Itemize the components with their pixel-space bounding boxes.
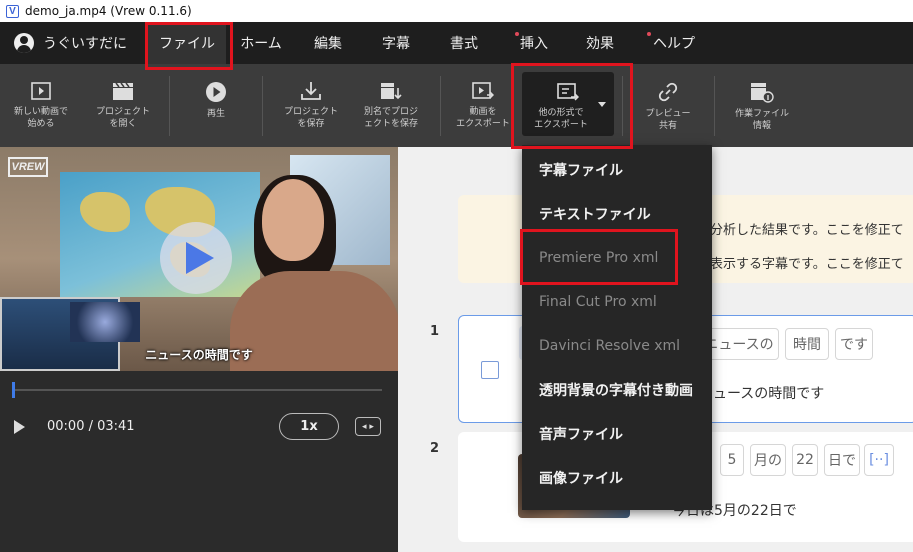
save-project-label: プロジェクト を保存 bbox=[283, 107, 338, 129]
clip-subtitle-text[interactable]: ニュースの時間です bbox=[699, 383, 824, 403]
open-project-label: プロジェクト を開く bbox=[95, 107, 150, 129]
user-account[interactable]: うぐいすだに bbox=[14, 22, 127, 64]
toolbar: 新しい動画で 始める プロジェクト を開く 再生 プロジェクト を保存 別名でプ… bbox=[0, 64, 913, 147]
toolbar-divider bbox=[169, 76, 170, 136]
word-chip[interactable]: 5 bbox=[720, 444, 744, 476]
play-icon[interactable] bbox=[14, 420, 25, 434]
menu-help[interactable]: ヘルプ bbox=[642, 22, 706, 64]
menu-item-subtitle-file[interactable]: 字幕ファイル bbox=[522, 148, 712, 192]
seek-bar[interactable] bbox=[14, 389, 382, 391]
menubar: うぐいすだに ファイル ホーム 編集 字幕 書式 挿入 効果 ヘルプ bbox=[0, 22, 913, 64]
monitor bbox=[70, 302, 140, 342]
video-player-panel: VREW ニュースの時間です 00:00 / 03:41 1x ◂ ▸ bbox=[0, 147, 398, 552]
menu-item-transparent-video[interactable]: 透明背景の字幕付き動画 bbox=[522, 368, 712, 412]
word-chip[interactable]: 月の bbox=[750, 444, 786, 476]
clapperboard-download-icon bbox=[381, 83, 402, 100]
project-info-label: 作業ファイル 情報 bbox=[734, 109, 789, 131]
project-info-button[interactable]: 作業ファイル 情報 bbox=[728, 64, 796, 147]
presenter bbox=[220, 175, 398, 371]
notice-line-2: 表示する字幕です。ここを修正て bbox=[710, 257, 904, 272]
menu-item-text-file[interactable]: テキストファイル bbox=[522, 192, 712, 236]
export-subtitle-icon bbox=[557, 83, 579, 101]
preview-share-label: プレビュー 共有 bbox=[645, 109, 691, 131]
vrew-logo: VREW bbox=[8, 157, 48, 177]
toolbar-divider bbox=[440, 76, 441, 136]
new-video-label: 新しい動画で 始める bbox=[13, 107, 68, 129]
menu-effects[interactable]: 効果 bbox=[574, 22, 626, 64]
video-subtitle: ニュースの時間です bbox=[145, 348, 253, 362]
play-overlay-button[interactable] bbox=[160, 222, 232, 294]
new-video-icon bbox=[31, 82, 51, 100]
play-button[interactable]: 再生 bbox=[188, 64, 244, 147]
toolbar-divider bbox=[622, 76, 623, 136]
menu-home-label: ホーム bbox=[240, 36, 282, 52]
preview-share-button[interactable]: プレビュー 共有 bbox=[638, 64, 698, 147]
word-chip[interactable]: 日で bbox=[824, 444, 860, 476]
clip-number: 2 bbox=[430, 441, 440, 456]
menu-insert-dot bbox=[515, 32, 519, 36]
menu-item-image-file[interactable]: 画像ファイル bbox=[522, 456, 712, 500]
export-other-format-button[interactable]: 他の形式で エクスポート bbox=[522, 72, 614, 136]
seek-handle[interactable] bbox=[12, 382, 15, 398]
word-chip[interactable]: です bbox=[835, 328, 873, 360]
chevron-down-icon bbox=[598, 102, 606, 107]
menu-format[interactable]: 書式 bbox=[438, 22, 490, 64]
menu-insert[interactable]: 挿入 bbox=[508, 22, 560, 64]
clip-number: 1 bbox=[430, 324, 440, 339]
save-as-button[interactable]: 別名でプロジ ェクトを保存 bbox=[356, 64, 426, 147]
clip-checkbox[interactable] bbox=[481, 361, 499, 379]
open-project-button[interactable]: プロジェクト を開く bbox=[88, 64, 158, 147]
word-chip-more[interactable]: [··] bbox=[864, 444, 894, 476]
export-video-icon bbox=[472, 82, 494, 99]
save-as-label: 別名でプロジ ェクトを保存 bbox=[363, 107, 418, 129]
time-display: 00:00 / 03:41 bbox=[47, 419, 135, 434]
menu-file[interactable]: ファイル bbox=[148, 22, 226, 64]
menu-item-davinci-xml[interactable]: Davinci Resolve xml bbox=[522, 324, 712, 368]
fit-screen-icon[interactable]: ◂ ▸ bbox=[355, 417, 381, 436]
word-chip[interactable]: 時間 bbox=[785, 328, 829, 360]
menu-help-dot bbox=[647, 32, 651, 36]
menu-effects-label: 効果 bbox=[586, 36, 614, 52]
toolbar-divider bbox=[262, 76, 263, 136]
notice-line-1: 分析した結果です。ここを修正て bbox=[710, 223, 904, 238]
word-chip[interactable]: 22 bbox=[792, 444, 818, 476]
menu-item-audio-file[interactable]: 音声ファイル bbox=[522, 412, 712, 456]
menu-item-premiere-xml[interactable]: Premiere Pro xml bbox=[522, 236, 712, 280]
menu-edit-label: 編集 bbox=[314, 36, 342, 52]
vrew-app-icon: V bbox=[6, 4, 19, 18]
menu-help-label: ヘルプ bbox=[653, 36, 695, 52]
new-video-button[interactable]: 新しい動画で 始める bbox=[8, 64, 74, 147]
menu-insert-label: 挿入 bbox=[520, 36, 548, 52]
window-title: demo_ja.mp4 (Vrew 0.11.6) bbox=[25, 4, 192, 18]
menu-subtitle-label: 字幕 bbox=[382, 36, 410, 52]
play-circle-icon bbox=[206, 82, 226, 102]
clapperboard-icon bbox=[113, 82, 133, 100]
save-project-button[interactable]: プロジェクト を保存 bbox=[278, 64, 344, 147]
menu-format-label: 書式 bbox=[450, 36, 478, 52]
export-video-label: 動画を エクスポート bbox=[456, 107, 510, 129]
play-label: 再生 bbox=[206, 109, 225, 119]
toolbar-divider bbox=[714, 76, 715, 136]
menu-subtitle[interactable]: 字幕 bbox=[370, 22, 422, 64]
menu-item-finalcut-xml[interactable]: Final Cut Pro xml bbox=[522, 280, 712, 324]
download-icon bbox=[301, 82, 321, 100]
menu-file-label: ファイル bbox=[159, 36, 215, 52]
export-other-label: 他の形式で エクスポート bbox=[534, 108, 588, 130]
clapperboard-info-icon bbox=[751, 83, 774, 103]
playback-speed-button[interactable]: 1x bbox=[279, 413, 339, 440]
user-avatar-icon bbox=[14, 33, 34, 53]
menu-home[interactable]: ホーム bbox=[232, 22, 290, 64]
user-name: うぐいすだに bbox=[43, 36, 127, 52]
export-video-button[interactable]: 動画を エクスポート bbox=[452, 64, 514, 147]
menu-edit[interactable]: 編集 bbox=[302, 22, 354, 64]
video-preview[interactable]: VREW ニュースの時間です bbox=[0, 147, 398, 371]
link-icon bbox=[658, 82, 678, 102]
export-format-menu: 字幕ファイル テキストファイル Premiere Pro xml Final C… bbox=[522, 145, 712, 510]
window-titlebar: V demo_ja.mp4 (Vrew 0.11.6) bbox=[0, 0, 913, 22]
